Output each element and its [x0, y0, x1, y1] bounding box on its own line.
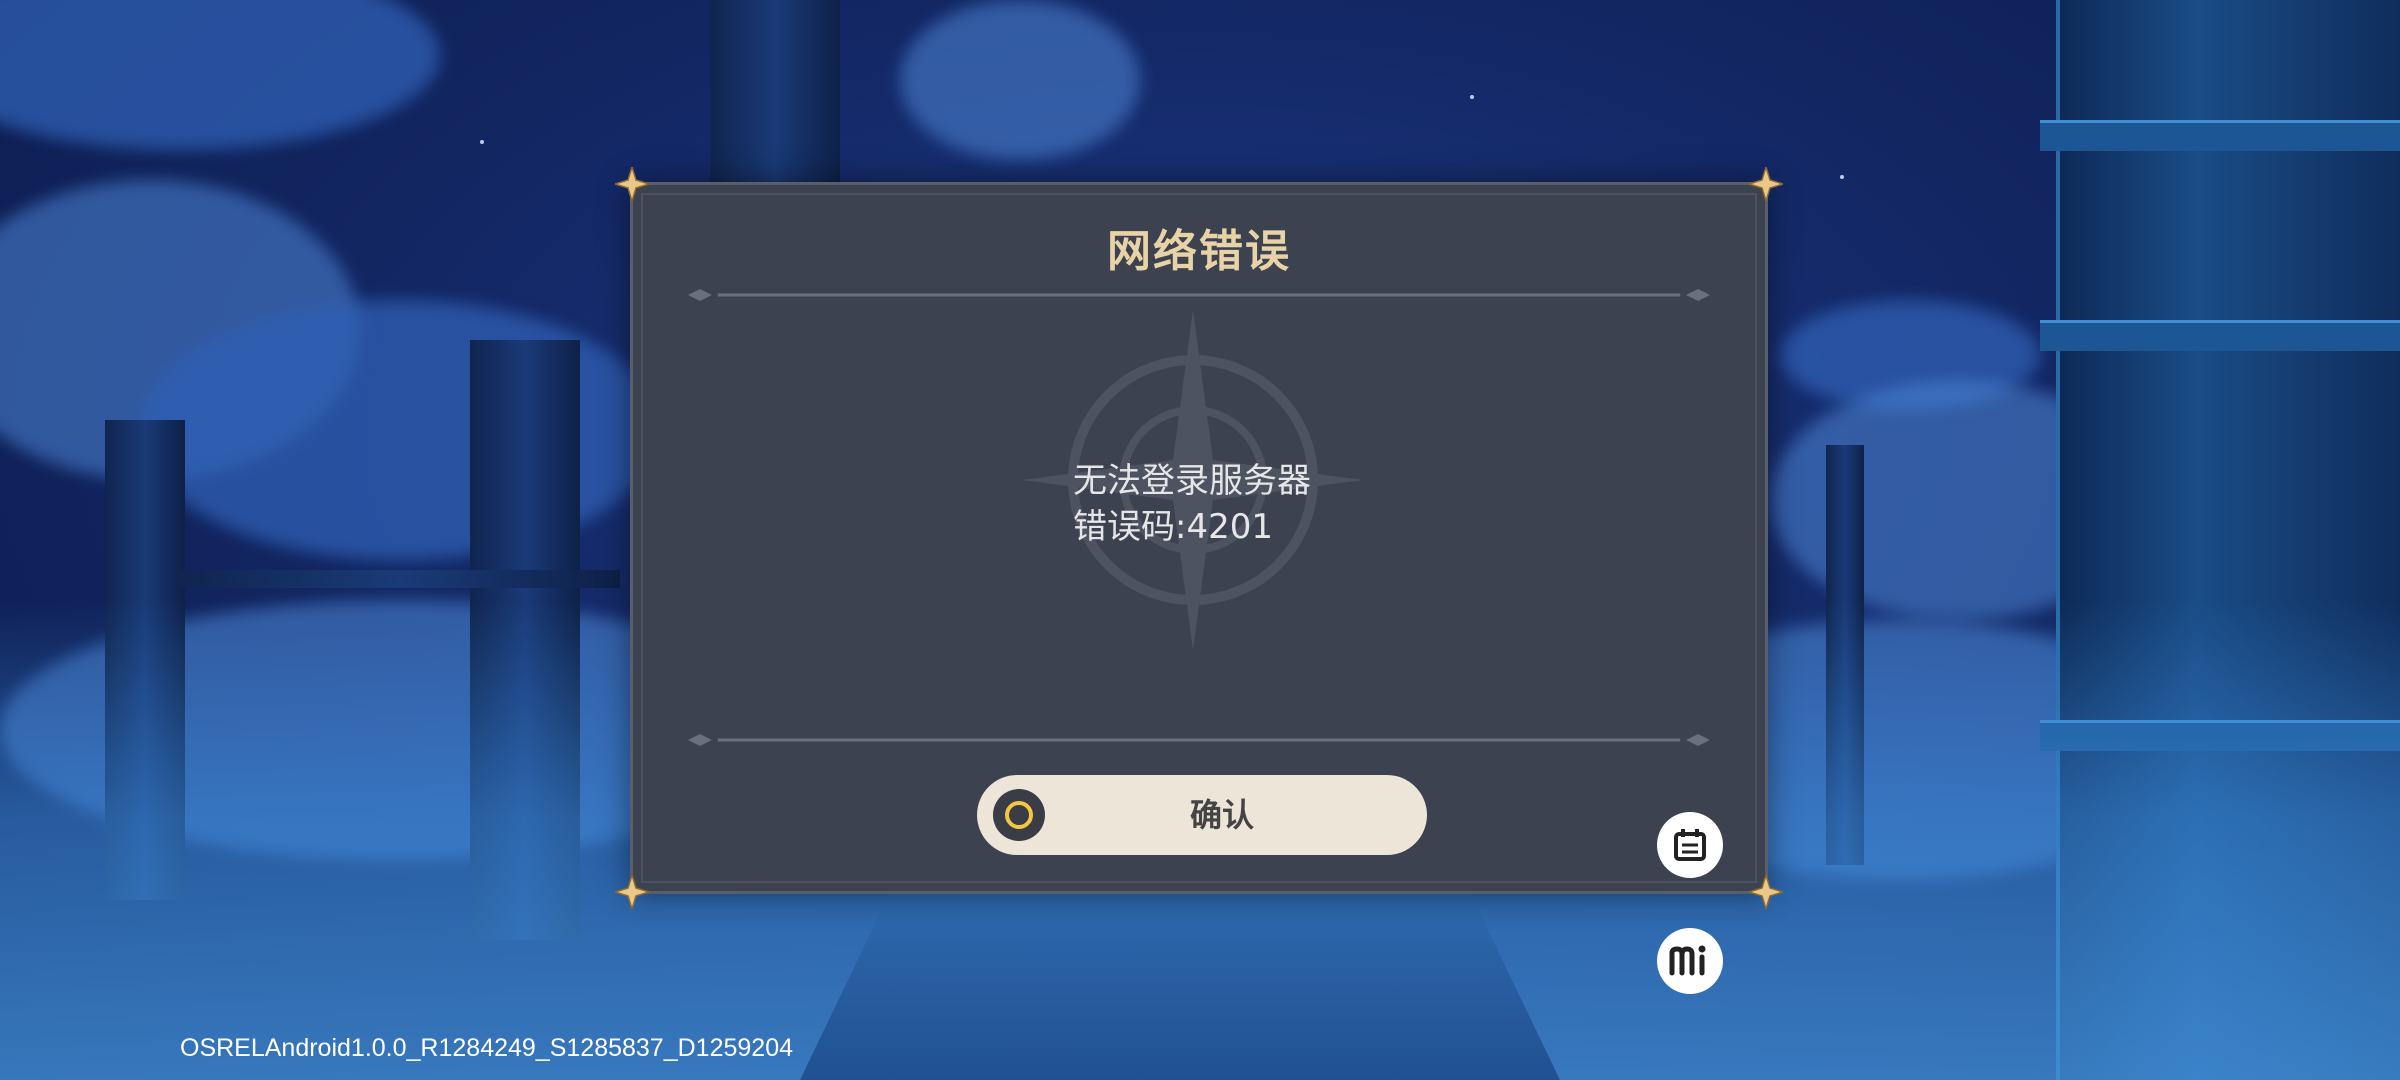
network-error-dialog: 网络错误 无法登录服务器 错误码:4201 确认 — [615, 167, 1783, 909]
cloud — [0, 0, 440, 150]
dialog-title: 网络错误 — [1107, 226, 1291, 277]
bottom-divider — [688, 730, 1710, 750]
cloud — [140, 300, 660, 560]
corner-ornament-icon — [615, 167, 649, 201]
corner-ornament-icon — [1749, 875, 1783, 909]
notice-board-button[interactable] — [1657, 812, 1723, 878]
notice-board-icon — [1674, 829, 1706, 861]
star — [480, 140, 484, 144]
confirm-button-label: 确认 — [1189, 796, 1254, 834]
error-code-text: 错误码:4201 — [1073, 507, 1273, 547]
version-string: OSRELAndroid1.0.0_R1284249_S1285837_D125… — [180, 1034, 794, 1062]
error-message-text: 无法登录服务器 — [1073, 461, 1311, 501]
corner-ornament-icon — [615, 875, 649, 909]
corner-ornament-icon — [1749, 167, 1783, 201]
star — [1840, 175, 1844, 179]
tower-ring — [2040, 120, 2400, 151]
stone-pillar — [710, 0, 840, 200]
aqueduct — [180, 570, 620, 588]
cloud — [900, 0, 1140, 160]
mi-account-button[interactable] — [1657, 928, 1723, 994]
stone-walkway — [800, 890, 1560, 1080]
top-divider — [688, 285, 1710, 305]
star — [1470, 95, 1474, 99]
mi-logo-icon — [1669, 945, 1706, 976]
tower-ring — [2040, 320, 2400, 351]
error-message: 无法登录服务器 错误码:4201 — [1073, 458, 1311, 550]
confirm-button[interactable]: 确认 — [977, 775, 1427, 855]
